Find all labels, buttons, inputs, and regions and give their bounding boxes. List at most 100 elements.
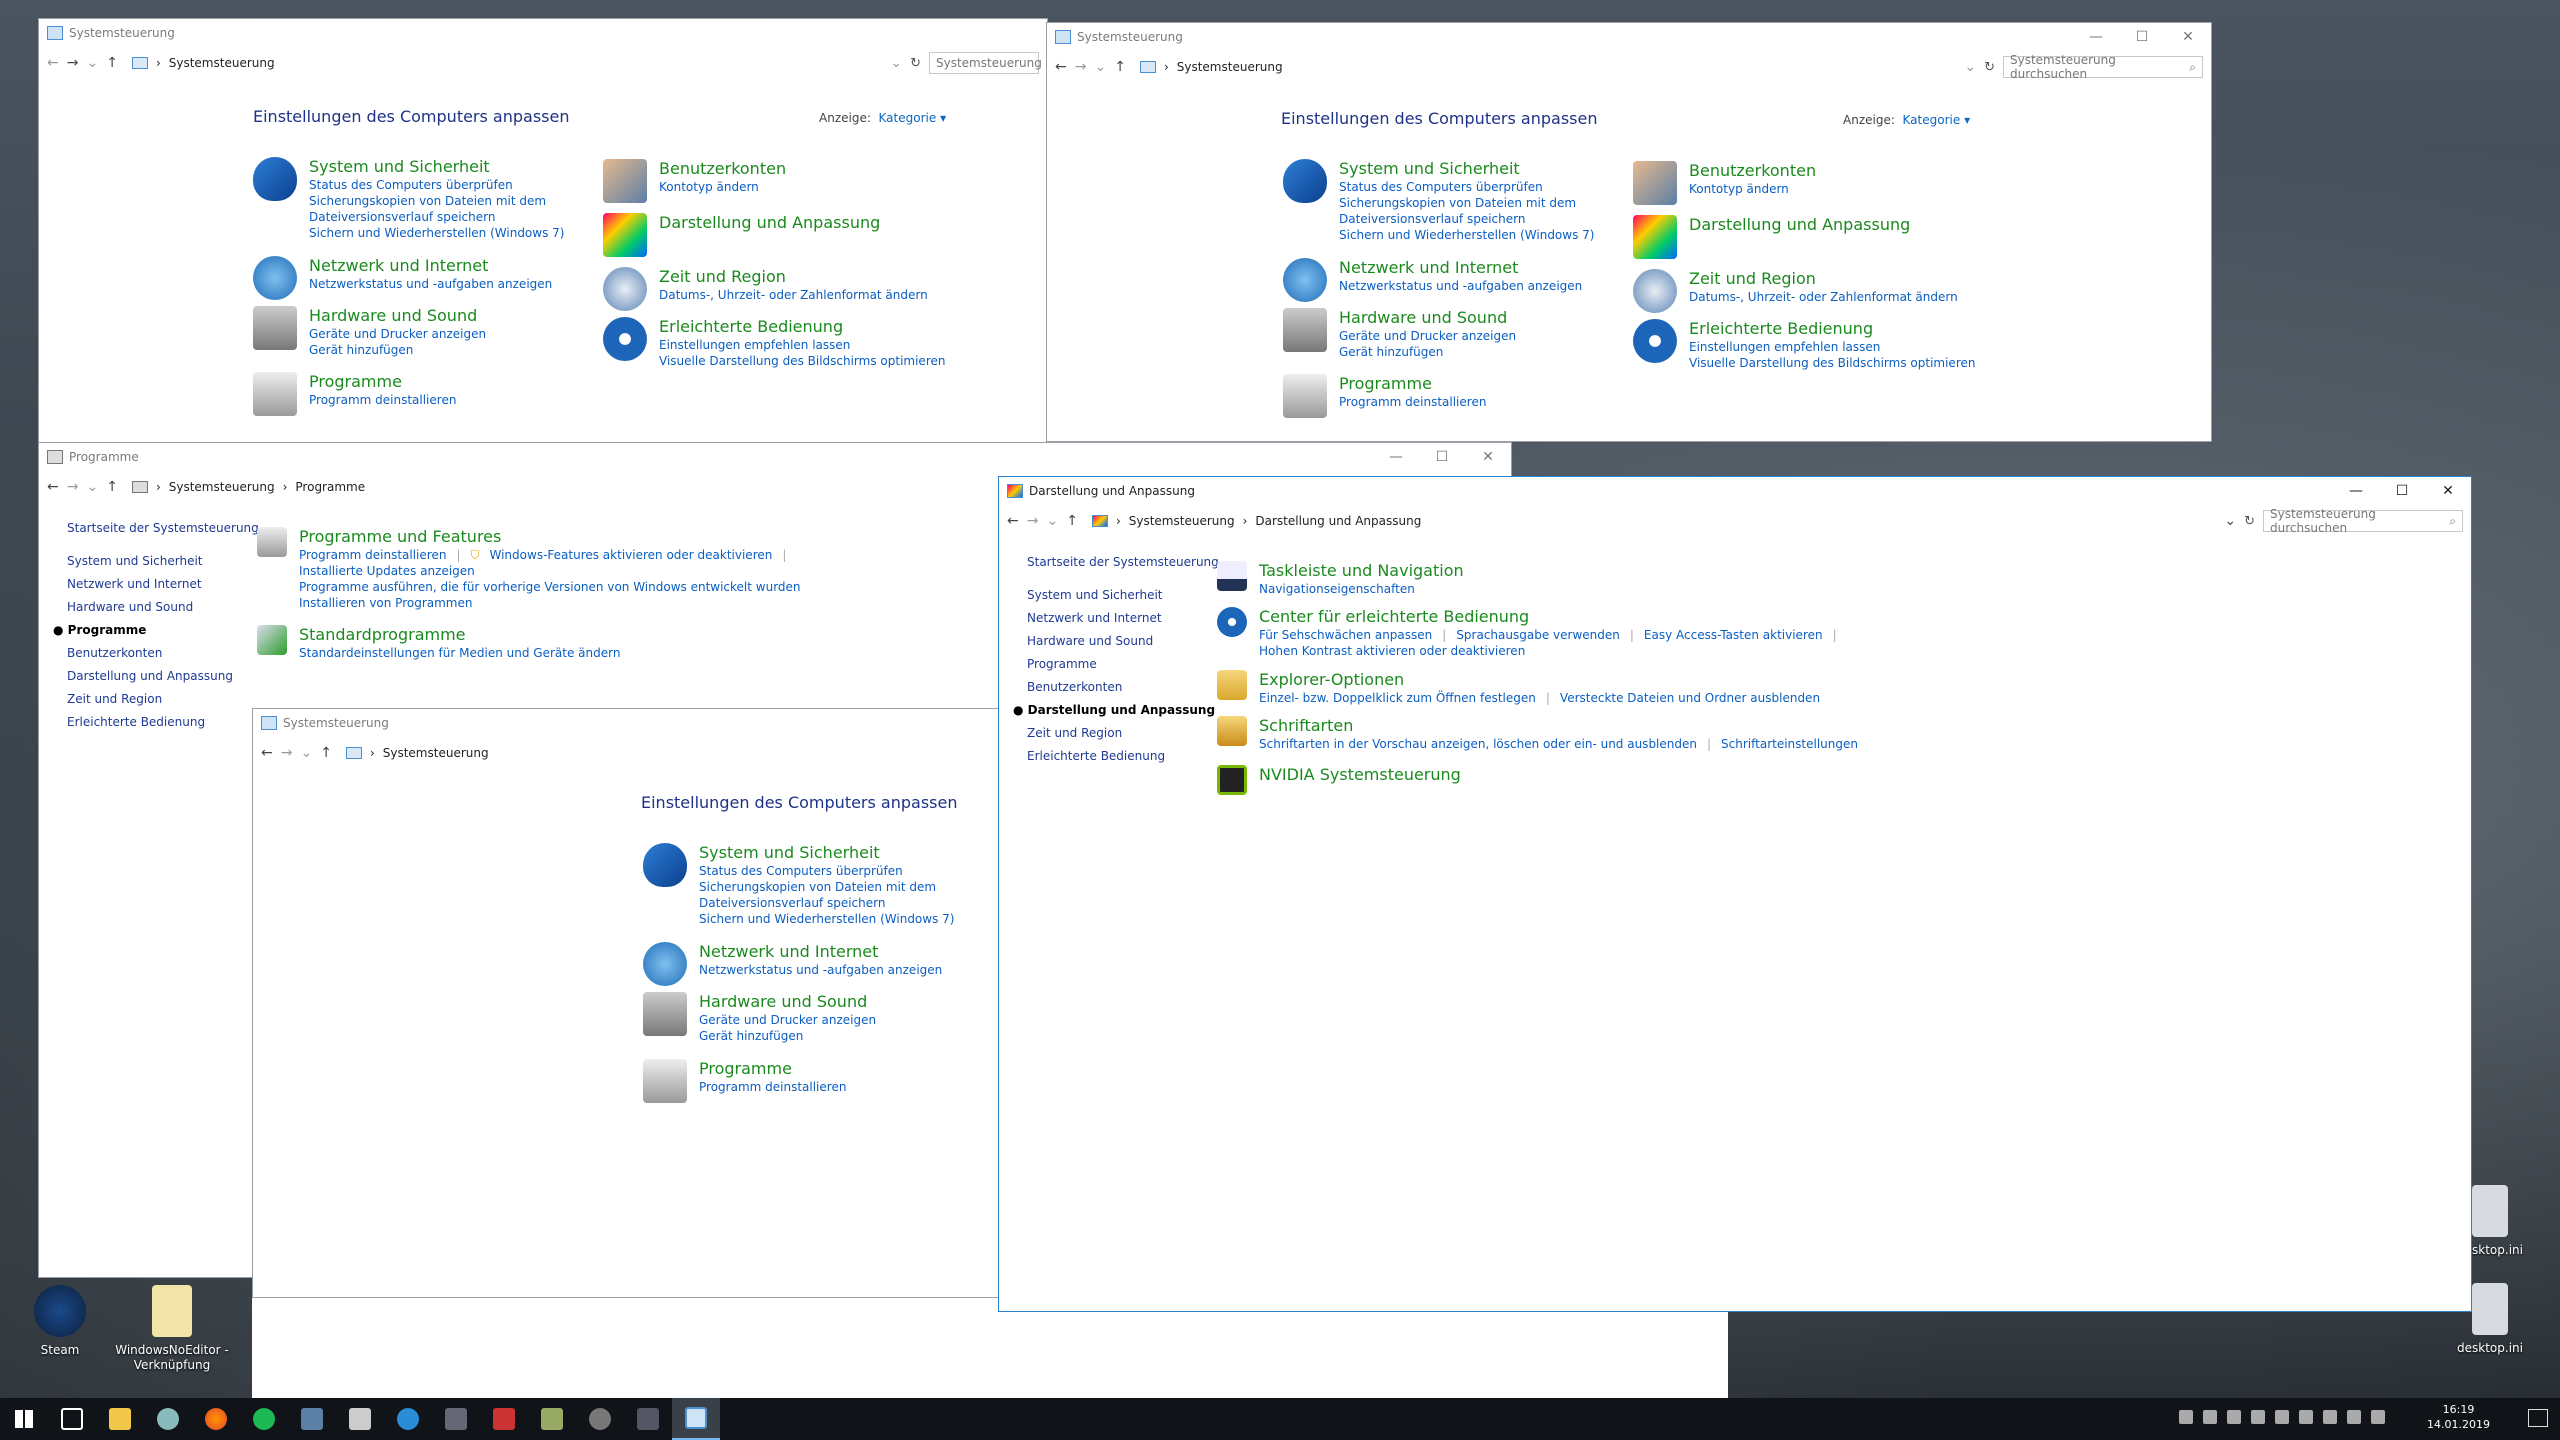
item-link[interactable]: Installierte Updates anzeigen [299,563,801,579]
control-panel-window-a[interactable]: Systemsteuerung ← → ⌄ ↑ › Systemsteuerung… [38,18,1048,448]
category-link[interactable]: Einstellungen empfehlen lassen [659,337,945,353]
breadcrumb[interactable]: › Systemsteuerung › Darstellung und Anpassu… [1086,510,2216,532]
control-panel-window-c[interactable]: Systemsteuerung ← → ⌄ ↑ › Systemsteuerung… [252,708,1002,1298]
minimize-icon[interactable]: — [2073,23,2119,51]
item-title[interactable]: Taskleiste und Navigation [1259,561,1464,580]
dropdown-chevron-icon[interactable]: ⌄ [2224,513,2236,529]
item-link[interactable]: Standardeinstellungen für Medien und Ger… [299,645,620,661]
category-link[interactable]: Programm deinstallieren [1339,394,1486,410]
up-arrow-icon[interactable]: ↑ [106,479,118,495]
sidebar-item-home[interactable]: Startseite der Systemsteuerung [1027,551,1219,574]
title-bar[interactable]: Programme — ☐ ✕ [39,443,1511,471]
category-link[interactable]: Datums-, Uhrzeit- oder Zahlenformat ände… [1689,289,1958,305]
sidebar-item-accounts[interactable]: Benutzerkonten [67,642,259,665]
breadcrumb-item[interactable]: Programme [295,480,365,494]
category-title[interactable]: Erleichterte Bedienung [1689,319,1873,338]
category-link[interactable]: Programm deinstallieren [699,1079,846,1095]
category-title[interactable]: Hardware und Sound [699,992,867,1011]
category-link[interactable]: Dateiversionsverlauf speichern [699,895,954,911]
category-link[interactable]: Netzwerkstatus und -aufgaben anzeigen [699,962,942,978]
close-icon[interactable]: ✕ [2425,477,2471,505]
title-bar[interactable]: Systemsteuerung [39,19,1047,47]
tray-icon[interactable] [2323,1410,2337,1424]
title-bar[interactable]: Darstellung und Anpassung — ☐ ✕ [999,477,2471,505]
desktop-icon-steam[interactable]: Steam [0,1285,120,1358]
control-panel-window-b[interactable]: Systemsteuerung — ☐ ✕ ← → ⌄ ↑ › Systemsteue… [1046,22,2212,442]
item-link[interactable]: Einzel- bzw. Doppelklick zum Öffnen fest… [1259,690,1536,706]
category-link[interactable]: Dateiversionsverlauf speichern [309,209,564,225]
item-title[interactable]: Standardprogramme [299,625,466,644]
sidebar-item-ease[interactable]: Erleichterte Bedienung [67,711,259,734]
tray-icon[interactable] [2227,1410,2241,1424]
refresh-icon[interactable]: ↻ [2244,514,2255,529]
category-title[interactable]: Benutzerkonten [659,159,786,178]
taskbar-clock[interactable]: 16:19 14.01.2019 [2427,1402,2490,1432]
item-link[interactable]: Navigationseigenschaften [1259,581,1464,597]
view-selector[interactable]: Anzeige: Kategorie ▾ [819,111,946,125]
maximize-icon[interactable]: ☐ [1419,443,1465,471]
category-title[interactable]: Netzwerk und Internet [1339,258,1518,277]
back-arrow-icon[interactable]: ← [1055,59,1067,75]
category-link[interactable]: Status des Computers überprüfen [309,177,564,193]
appearance-window[interactable]: Darstellung und Anpassung — ☐ ✕ ← → ⌄ ↑ › S… [998,476,2472,1312]
breadcrumb[interactable]: › Systemsteuerung [1134,56,1956,78]
taskbar-app-5[interactable] [480,1398,528,1440]
notification-icon[interactable] [2528,1409,2548,1427]
category-link[interactable]: Status des Computers überprüfen [699,863,954,879]
item-link[interactable]: Windows-Features aktivieren oder deaktiv… [490,547,773,563]
refresh-icon[interactable]: ↻ [1984,60,1995,75]
category-link[interactable]: Einstellungen empfehlen lassen [1689,339,1975,355]
back-arrow-icon[interactable]: ← [47,479,59,495]
sidebar-item-ease[interactable]: Erleichterte Bedienung [1027,745,1219,768]
item-link[interactable]: Für Sehschwächen anpassen [1259,627,1432,643]
category-link[interactable]: Sichern und Wiederherstellen (Windows 7) [309,225,564,241]
category-link[interactable]: Sichern und Wiederherstellen (Windows 7) [1339,227,1594,243]
taskbar-calculator[interactable] [336,1398,384,1440]
category-link[interactable]: Netzwerkstatus und -aufgaben anzeigen [1339,278,1582,294]
recent-chevron-icon[interactable]: ⌄ [1046,513,1058,529]
back-arrow-icon[interactable]: ← [47,55,59,71]
search-input[interactable]: Systemsteuerung durchsuchen ⌕ [2003,53,2203,81]
category-link[interactable]: Sicherungskopien von Dateien mit dem [309,193,564,209]
taskbar-app-3[interactable] [384,1398,432,1440]
forward-arrow-icon[interactable]: → [1075,59,1087,75]
taskbar-control-panel[interactable] [672,1398,720,1440]
item-link[interactable]: Programme ausführen, die für vorherige V… [299,579,801,595]
category-link[interactable]: Gerät hinzufügen [699,1028,876,1044]
view-value[interactable]: Kategorie [1903,113,1961,127]
category-title[interactable]: Netzwerk und Internet [309,256,488,275]
item-link[interactable]: Sprachausgabe verwenden [1456,627,1620,643]
taskbar-firefox[interactable] [192,1398,240,1440]
category-link[interactable]: Sichern und Wiederherstellen (Windows 7) [699,911,954,927]
start-button[interactable] [0,1398,48,1440]
category-title[interactable]: Darstellung und Anpassung [659,213,880,232]
category-link[interactable]: Programm deinstallieren [309,392,456,408]
category-title[interactable]: System und Sicherheit [1339,159,1520,178]
category-title[interactable]: System und Sicherheit [699,843,880,862]
sidebar-item-network[interactable]: Netzwerk und Internet [67,573,259,596]
item-link[interactable]: Easy Access-Tasten aktivieren [1644,627,1823,643]
category-link[interactable]: Kontotyp ändern [659,179,786,195]
sidebar-item-security[interactable]: System und Sicherheit [67,550,259,573]
sidebar-item-hardware[interactable]: Hardware und Sound [67,596,259,619]
category-title[interactable]: Programme [1339,374,1432,393]
breadcrumb-item[interactable]: Systemsteuerung [1177,60,1283,74]
category-link[interactable]: Visuelle Darstellung des Bildschirms opt… [1689,355,1975,371]
dropdown-chevron-icon[interactable]: ⌄ [890,55,902,71]
forward-arrow-icon[interactable]: → [281,745,293,761]
category-title[interactable]: Zeit und Region [1689,269,1816,288]
forward-arrow-icon[interactable]: → [67,55,79,71]
category-link[interactable]: Dateiversionsverlauf speichern [1339,211,1594,227]
item-link[interactable]: Versteckte Dateien und Ordner ausblenden [1560,690,1820,706]
sidebar-item-programs[interactable]: ● Programme [53,619,259,642]
view-selector[interactable]: Anzeige: Kategorie ▾ [1843,113,1970,127]
category-link[interactable]: Geräte und Drucker anzeigen [699,1012,876,1028]
up-arrow-icon[interactable]: ↑ [320,745,332,761]
up-arrow-icon[interactable]: ↑ [106,55,118,71]
category-link[interactable]: Gerät hinzufügen [1339,344,1516,360]
category-link[interactable]: Sicherungskopien von Dateien mit dem [1339,195,1594,211]
category-link[interactable]: Sicherungskopien von Dateien mit dem [699,879,954,895]
minimize-icon[interactable]: — [2333,477,2379,505]
sidebar-item-programs[interactable]: Programme [1027,653,1219,676]
category-title[interactable]: Benutzerkonten [1689,161,1816,180]
